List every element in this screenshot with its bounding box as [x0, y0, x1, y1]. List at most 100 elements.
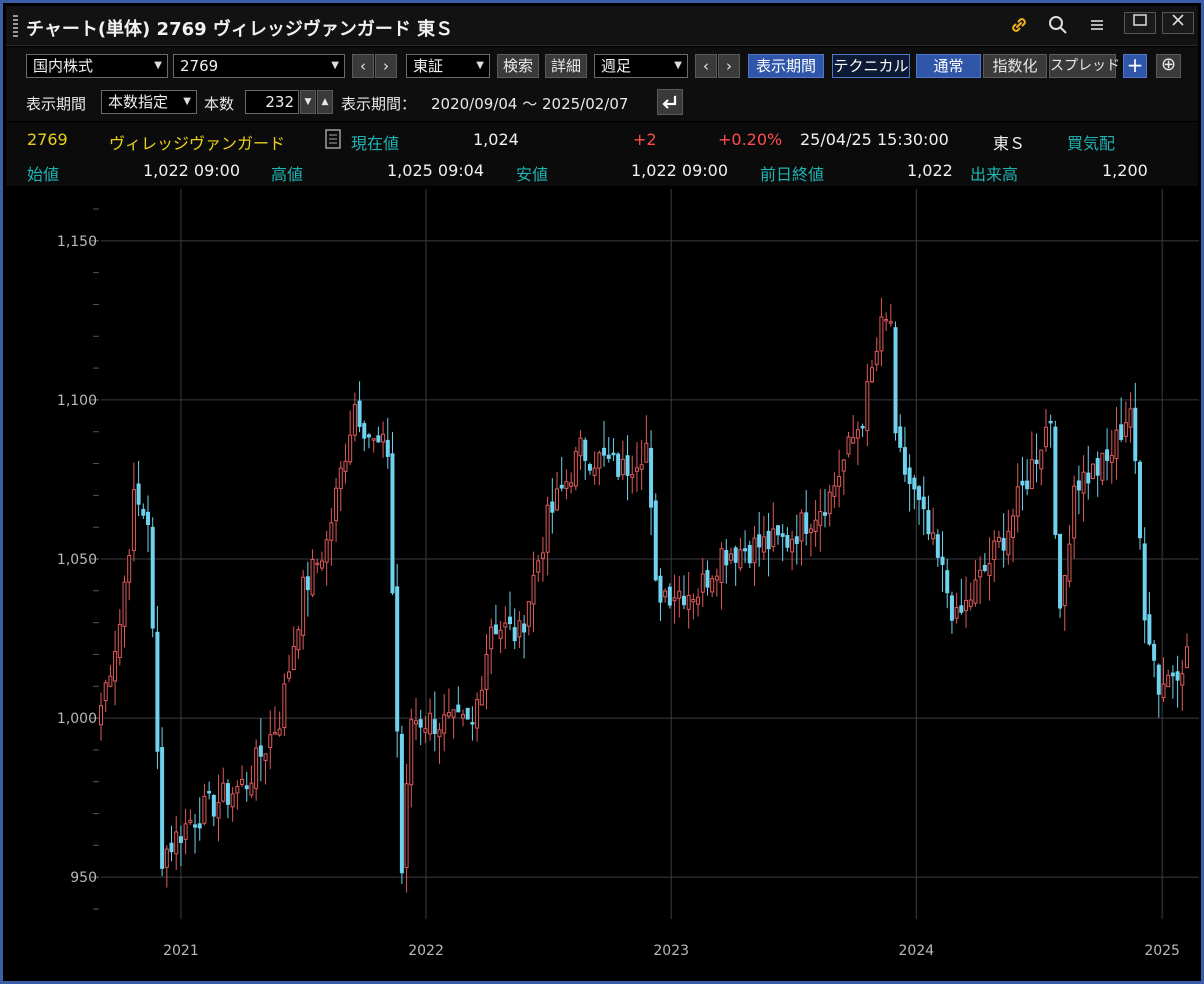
low-label: 安値	[516, 165, 549, 184]
candle-body-up	[992, 540, 997, 561]
link-icon[interactable]	[1006, 14, 1032, 38]
candle-body-up	[1090, 463, 1095, 480]
candle-body-up	[113, 650, 118, 682]
candle-body-down	[804, 512, 809, 534]
candle-body-up	[710, 578, 715, 593]
chevron-down-icon: ▼	[183, 96, 191, 107]
candle-body-down	[211, 794, 216, 817]
chevron-down-icon: ▼	[331, 60, 339, 71]
document-icon[interactable]	[324, 129, 342, 153]
candle-body-down	[1105, 449, 1110, 461]
candle-body-up	[973, 579, 978, 604]
candle-body-down	[390, 453, 395, 594]
candle-body-up	[479, 689, 484, 706]
change-value: +2	[633, 130, 657, 149]
prev-period-button[interactable]: ‹	[695, 54, 717, 78]
search-icon[interactable]	[1045, 14, 1071, 38]
candle-body-up	[409, 719, 414, 786]
candle-body-up	[573, 450, 578, 487]
interval-select[interactable]: 週足 ▼	[594, 54, 688, 78]
code-select[interactable]: 2769 ▼	[173, 54, 345, 78]
search-button[interactable]: 検索	[497, 54, 539, 78]
open-value: 1,022 09:00	[143, 161, 240, 180]
zoom-in-icon[interactable]: ⊕	[1156, 54, 1181, 78]
prev-symbol-button[interactable]: ‹	[352, 54, 374, 78]
add-button[interactable]: +	[1123, 54, 1147, 78]
candle-body-down	[1119, 424, 1124, 440]
change-percent: +0.20%	[718, 130, 783, 149]
close-icon[interactable]	[1162, 12, 1194, 34]
candle-body-up	[230, 793, 235, 808]
candle-body-down	[733, 547, 738, 563]
return-icon[interactable]	[657, 89, 683, 115]
period-mode-select[interactable]: 本数指定 ▼	[101, 90, 197, 114]
x-tick-label: 2025	[1144, 943, 1180, 959]
normal-button[interactable]: 通常	[916, 54, 981, 78]
candle-body-up	[131, 489, 136, 552]
count-down-icon[interactable]: ▼	[300, 90, 316, 114]
drag-grip[interactable]	[13, 15, 18, 37]
price-chart[interactable]: 950 1,000 1,050 1,100 1,150 2021 2022 2023 2024 2…	[11, 189, 1199, 979]
period-button[interactable]: 表示期間	[748, 54, 824, 78]
candle-body-up	[108, 675, 113, 687]
index-button[interactable]: 指数化	[983, 54, 1047, 78]
candle-body-up	[799, 512, 804, 542]
x-tick-label: 2021	[163, 943, 199, 959]
candle-body-down	[757, 534, 762, 548]
y-tick-label: 1,000	[57, 711, 97, 727]
candle-body-down	[508, 616, 513, 625]
next-symbol-button[interactable]: ›	[375, 54, 397, 78]
volume-value: 1,200	[1102, 161, 1148, 180]
detail-button[interactable]: 詳細	[545, 54, 587, 78]
candle-body-down	[667, 586, 672, 606]
candle-body-up	[874, 350, 879, 365]
candle-body-down	[902, 447, 907, 475]
candle-body-up	[183, 823, 188, 840]
candle-body-down	[912, 477, 917, 490]
period-label: 表示期間	[26, 95, 87, 113]
candle-body-up	[1081, 471, 1086, 494]
candle-body-down	[1170, 672, 1175, 677]
candle-body-down	[982, 564, 987, 571]
candle-body-down	[917, 486, 922, 500]
open-label: 始値	[27, 165, 60, 184]
candle-body-up	[413, 720, 418, 725]
candle-body-down	[907, 467, 912, 485]
spread-button[interactable]: スプレッド	[1049, 54, 1120, 78]
candle-body-up	[371, 438, 376, 441]
candle-body-down	[681, 595, 686, 606]
candle-body-up	[287, 671, 292, 679]
quote-status: 買気配	[1067, 134, 1116, 153]
count-input[interactable]: 232	[245, 90, 299, 114]
candle-body-down	[1147, 614, 1152, 645]
candle-body-up	[117, 623, 122, 658]
technical-button[interactable]: テクニカル	[832, 54, 910, 78]
candle-body-down	[724, 550, 729, 566]
maximize-icon[interactable]	[1124, 12, 1156, 34]
candle-body-up	[277, 728, 282, 736]
candle-body-down	[456, 704, 461, 713]
candle-body-down	[178, 836, 183, 843]
next-period-button[interactable]: ›	[718, 54, 740, 78]
count-up-icon[interactable]: ▲	[317, 90, 333, 114]
candle-body-up	[696, 596, 701, 605]
candle-body-up	[122, 581, 127, 627]
candle-body-down	[1058, 533, 1063, 609]
x-tick-label: 2022	[408, 943, 444, 959]
candle-body-up	[310, 559, 315, 596]
candle-body-down	[1152, 643, 1157, 661]
title-bar[interactable]: チャート(単体) 2769 ヴィレッジヴァンガード 東Ｓ	[6, 6, 1198, 46]
exchange-select[interactable]: 東証 ▼	[406, 54, 490, 78]
y-tick-label: 1,050	[57, 552, 97, 568]
candle-body-up	[888, 321, 893, 324]
candle-body-up	[1067, 543, 1072, 582]
chart-window: チャート(単体) 2769 ヴィレッジヴァンガード 東Ｓ 国内株式 ▼ 2769…	[0, 0, 1204, 984]
market-select[interactable]: 国内株式 ▼	[26, 54, 168, 78]
candle-body-down	[160, 747, 165, 869]
candle-body-up	[569, 482, 574, 487]
candle-body-down	[465, 707, 470, 720]
menu-icon[interactable]	[1084, 14, 1110, 38]
candle-body-down	[940, 556, 945, 565]
candle-body-up	[484, 653, 489, 690]
candle-body-down	[945, 570, 950, 594]
